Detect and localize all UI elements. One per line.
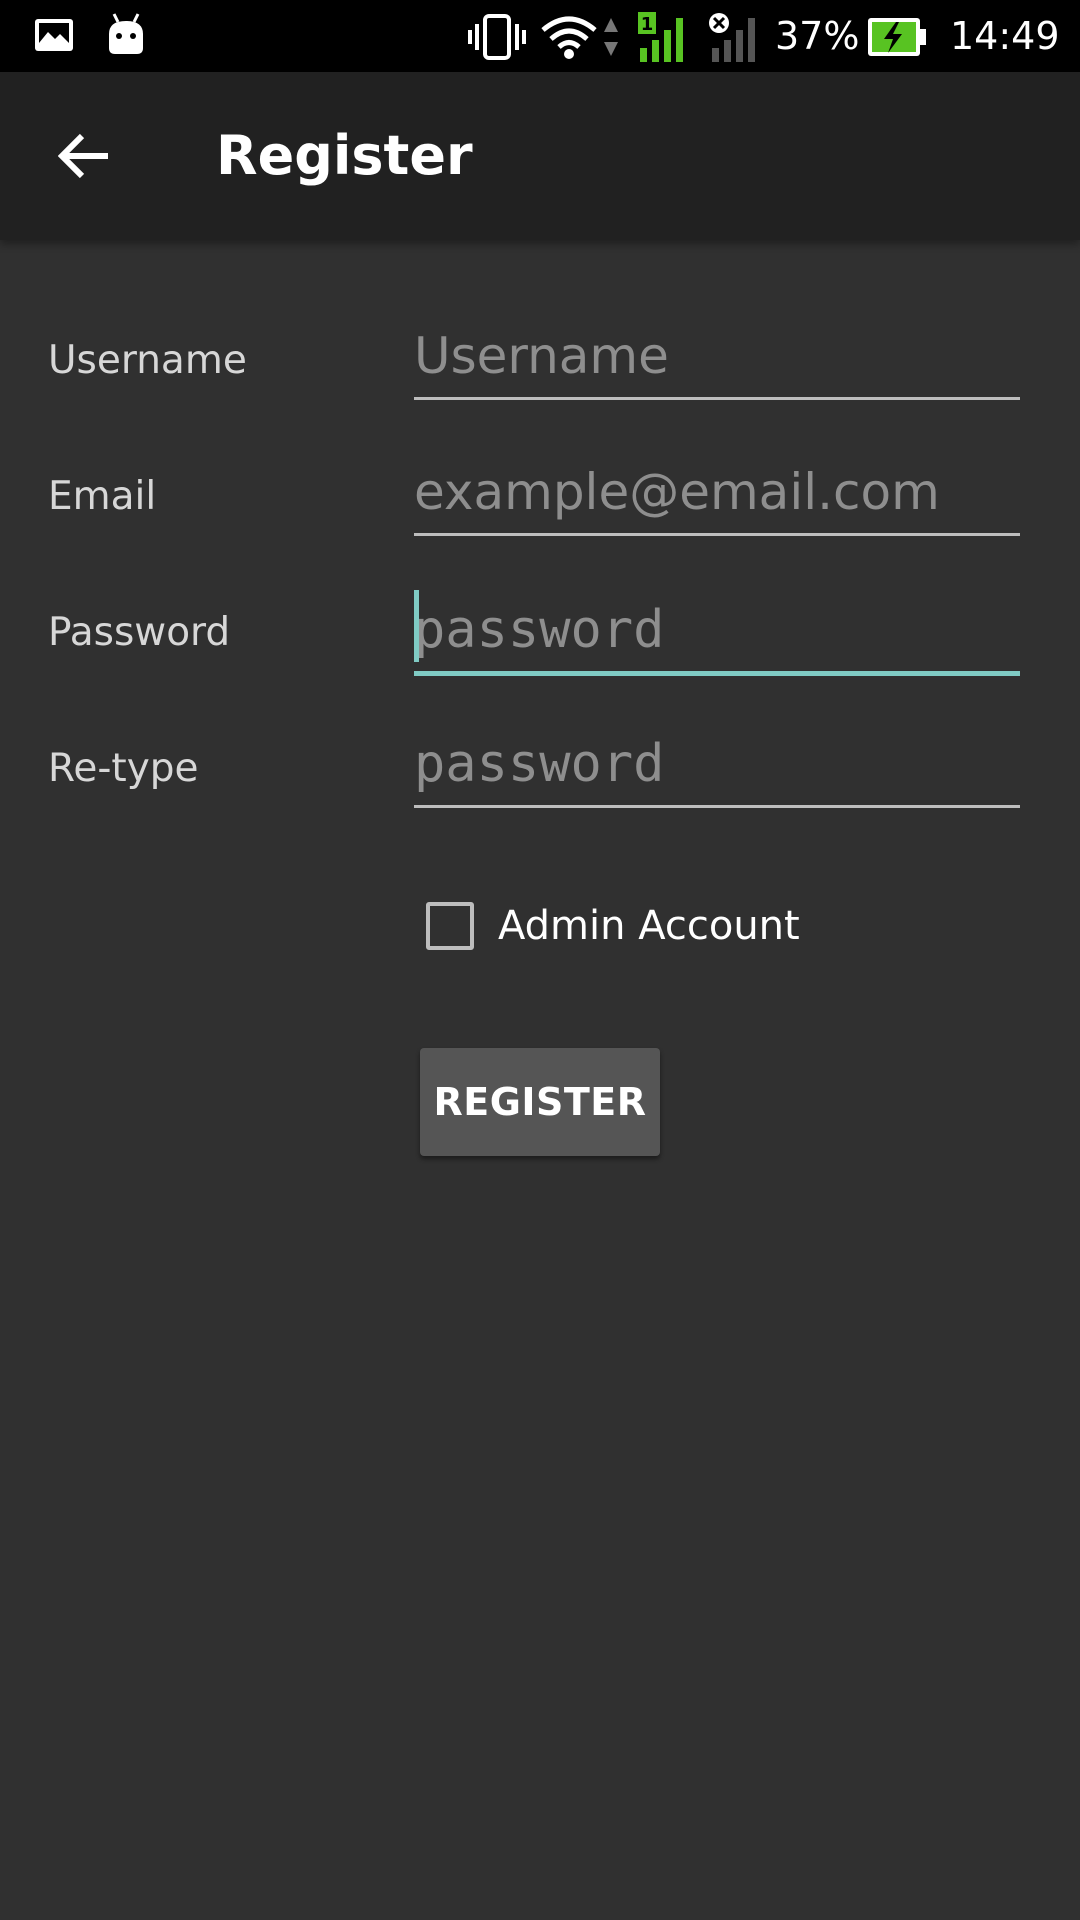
clock: 14:49 (950, 14, 1060, 58)
battery-percent: 37% (775, 14, 860, 58)
status-bar: 1 37% 14:49 (0, 0, 1080, 72)
vibrate-icon (468, 14, 526, 65)
svg-text:1: 1 (641, 14, 654, 35)
wifi-icon (540, 14, 598, 65)
register-button[interactable]: REGISTER (420, 1048, 660, 1156)
gallery-icon (34, 18, 74, 57)
signal-sim1-icon: 1 (636, 10, 692, 69)
back-button[interactable] (32, 116, 136, 196)
password-field[interactable] (414, 588, 1020, 676)
text-cursor (414, 590, 419, 662)
arrow-left-icon (58, 133, 108, 179)
checkbox-box[interactable] (426, 902, 474, 950)
admin-account-label: Admin Account (498, 903, 800, 949)
page-title: Register (216, 124, 473, 187)
signal-no-sim-icon (708, 10, 764, 69)
app-bar: Register (0, 72, 1080, 240)
retype-password-field[interactable] (414, 722, 1020, 808)
username-label: Username (48, 338, 247, 383)
email-field[interactable] (414, 450, 1020, 536)
data-arrows-icon (602, 16, 620, 63)
password-label: Password (48, 610, 231, 655)
username-field[interactable] (414, 314, 1020, 400)
android-icon (106, 12, 146, 61)
retype-label: Re-type (48, 746, 199, 791)
email-label: Email (48, 474, 157, 519)
admin-account-checkbox[interactable]: Admin Account (426, 896, 800, 956)
battery-charging-icon (866, 16, 928, 63)
